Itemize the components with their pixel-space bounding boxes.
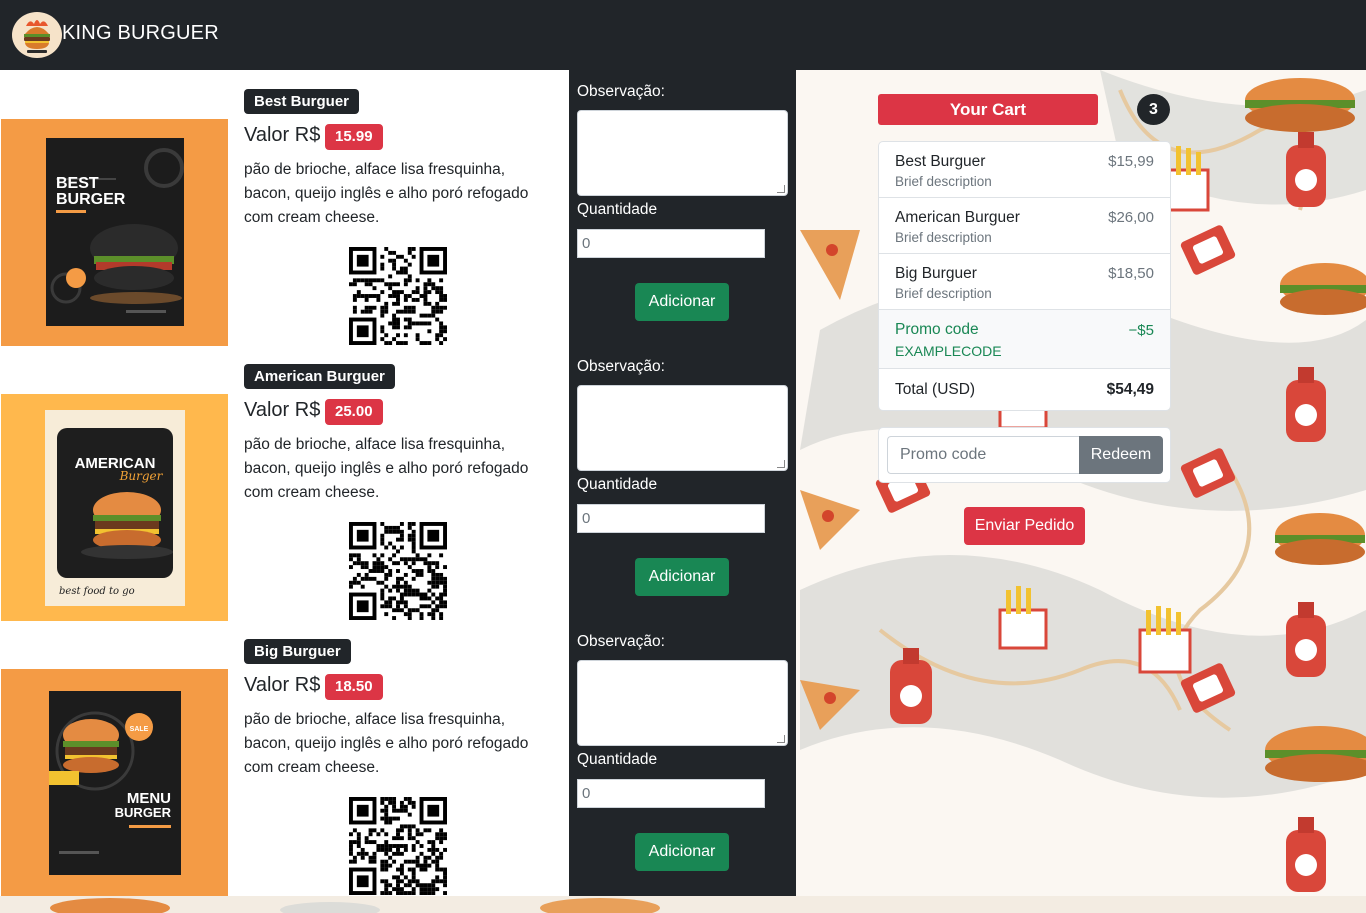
observacao-textarea[interactable] — [577, 660, 788, 746]
price-badge: 15.99 — [325, 124, 383, 150]
cart-item-price: $18,50 — [1108, 265, 1154, 282]
order-form: Observação: Quantidade 0 Adicionar — [569, 70, 796, 345]
quantidade-input[interactable]: 0 — [577, 504, 765, 533]
product-image: BEST BURGER — [1, 119, 228, 346]
product-image: AMERICAN Burger best food to go — [1, 394, 228, 621]
product-image: SALE MENU BURGER — [1, 669, 228, 896]
adicionar-button[interactable]: Adicionar — [635, 833, 729, 871]
poster-title-line2: BURGER — [56, 191, 126, 208]
cart-item-name: Best Burguer — [895, 153, 986, 170]
cart-item-description: Brief description — [895, 230, 992, 245]
observacao-textarea[interactable] — [577, 385, 788, 471]
quantidade-input[interactable]: 0 — [577, 779, 765, 808]
total-value: $54,49 — [1106, 381, 1154, 398]
adicionar-button[interactable]: Adicionar — [635, 558, 729, 596]
cart-list: Best Burguer Brief description $15,99 Am… — [878, 141, 1171, 411]
quantidade-label: Quantidade — [577, 476, 658, 493]
burger-logo-icon[interactable] — [12, 12, 62, 58]
price-badge: 25.00 — [325, 399, 383, 425]
valor-label: Valor R$ — [244, 124, 321, 146]
navbar: KING BURGUER — [0, 0, 1366, 70]
redeem-button[interactable]: Redeem — [1079, 436, 1163, 474]
poster-title-line2: Burger — [119, 469, 164, 483]
product-description: pão de brioche, alface lisa fresquinha, … — [244, 711, 529, 776]
cart-item-price: $26,00 — [1108, 209, 1154, 226]
svg-text:SALE: SALE — [130, 726, 149, 733]
cart-item: Best Burguer Brief description $15,99 — [879, 142, 1170, 198]
qr-code-icon — [349, 522, 447, 620]
cart-title: Your Cart — [878, 94, 1098, 125]
cart-item-name: American Burguer — [895, 209, 1020, 226]
cart-item-name: Big Burguer — [895, 265, 977, 282]
poster-title-line1: BEST — [56, 175, 99, 192]
order-form: Observação: Quantidade 0 Adicionar — [569, 620, 796, 895]
promo-discount: −$5 — [1128, 322, 1154, 339]
total-row: Total (USD) $54,49 — [879, 369, 1170, 410]
total-label: Total (USD) — [895, 381, 976, 398]
qr-code-icon — [349, 247, 447, 345]
observacao-label: Observação: — [577, 358, 665, 375]
product-name-badge: American Burguer — [244, 364, 395, 389]
promo-code-input[interactable]: Promo code — [887, 436, 1080, 474]
product-description: pão de brioche, alface lisa fresquinha, … — [244, 161, 529, 226]
observacao-label: Observação: — [577, 83, 665, 100]
order-form-column: Observação: Quantidade 0 Adicionar Obser… — [569, 70, 796, 896]
adicionar-button[interactable]: Adicionar — [635, 283, 729, 321]
product-list: BEST BURGER Best Burguer Valor R$ 15.99 … — [0, 70, 569, 896]
quantidade-label: Quantidade — [577, 751, 658, 768]
cart-item-description: Brief description — [895, 286, 992, 301]
product-card: BEST BURGER Best Burguer Valor R$ 15.99 … — [0, 70, 569, 346]
price-badge: 18.50 — [325, 674, 383, 700]
redeem-form: Promo code Redeem — [878, 427, 1171, 483]
svg-text:best food to go: best food to go — [59, 586, 135, 597]
quantidade-input[interactable]: 0 — [577, 229, 765, 258]
enviar-pedido-button[interactable]: Enviar Pedido — [964, 507, 1085, 545]
qr-code-icon — [349, 797, 447, 895]
product-name-badge: Big Burguer — [244, 639, 351, 664]
poster-title-line2: BURGER — [115, 805, 172, 820]
order-form: Observação: Quantidade 0 Adicionar — [569, 345, 796, 620]
promo-code-value: EXAMPLECODE — [895, 343, 1002, 359]
best-burger-poster: BEST BURGER — [46, 138, 184, 326]
observacao-textarea[interactable] — [577, 110, 788, 196]
cart-item-description: Brief description — [895, 174, 992, 189]
cart-item: American Burguer Brief description $26,0… — [879, 198, 1170, 254]
cart-count-badge: 3 — [1137, 94, 1170, 125]
product-card: SALE MENU BURGER Big Burguer Valor R$ 18… — [0, 620, 569, 896]
valor-label: Valor R$ — [244, 399, 321, 421]
product-card: AMERICAN Burger best food to go American… — [0, 345, 569, 621]
quantidade-label: Quantidade — [577, 201, 658, 218]
promo-code-row: Promo code EXAMPLECODE −$5 — [879, 310, 1170, 369]
american-burger-poster: AMERICAN Burger best food to go — [45, 410, 185, 606]
product-description: pão de brioche, alface lisa fresquinha, … — [244, 436, 529, 501]
cart-item-price: $15,99 — [1108, 153, 1154, 170]
cart-item: Big Burguer Brief description $18,50 — [879, 254, 1170, 310]
menu-burger-poster: SALE MENU BURGER — [49, 691, 181, 875]
observacao-label: Observação: — [577, 633, 665, 650]
brand-title[interactable]: KING BURGUER — [62, 22, 219, 45]
promo-code-label: Promo code — [895, 321, 979, 338]
valor-label: Valor R$ — [244, 674, 321, 696]
product-name-badge: Best Burguer — [244, 89, 360, 114]
